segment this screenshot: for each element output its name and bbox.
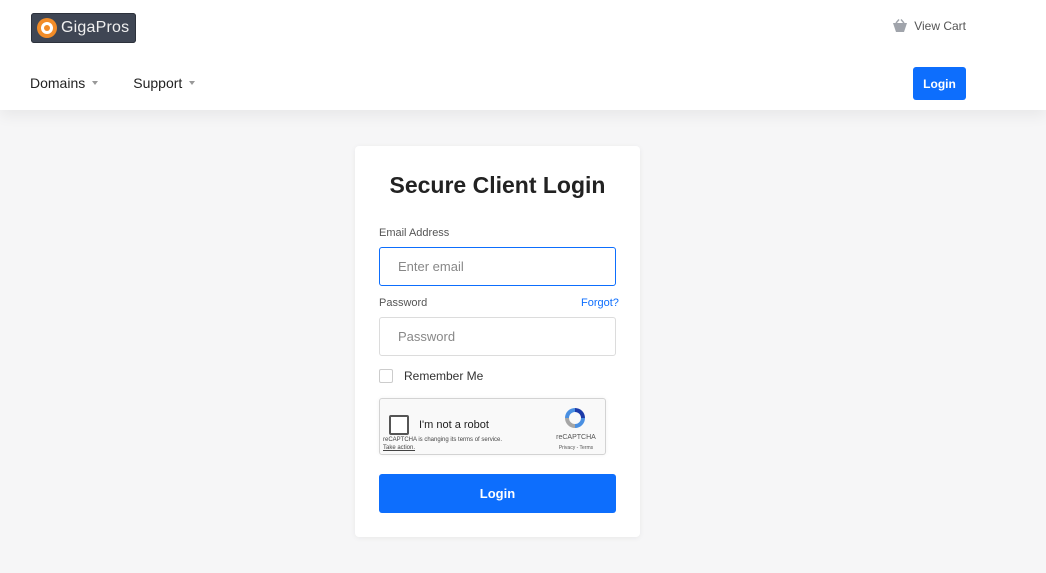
email-label: Email Address bbox=[379, 227, 450, 239]
basket-icon bbox=[893, 19, 908, 32]
password-label: Password bbox=[379, 297, 428, 309]
header-login-button[interactable]: Login bbox=[913, 67, 966, 100]
forgot-password-link[interactable]: Forgot? bbox=[581, 297, 619, 309]
view-cart-link[interactable]: View Cart bbox=[892, 19, 966, 33]
email-input[interactable] bbox=[379, 247, 616, 286]
site-header: GigaPros View Cart Domains Support Login bbox=[0, 0, 1046, 110]
caret-down-icon bbox=[189, 81, 196, 85]
login-title: Secure Client Login bbox=[389, 172, 606, 198]
recaptcha-brand: reCAPTCHA bbox=[556, 434, 596, 441]
nav-item-domains-label: Domains bbox=[30, 75, 86, 91]
logo-text: GigaPros bbox=[61, 19, 130, 36]
recaptcha-checkbox[interactable] bbox=[389, 415, 409, 435]
remember-me-checkbox[interactable] bbox=[379, 369, 393, 383]
nav-item-support-label: Support bbox=[133, 75, 183, 91]
recaptcha-notice-text: reCAPTCHA is changing its terms of servi… bbox=[383, 437, 503, 443]
login-submit-button[interactable]: Login bbox=[379, 474, 616, 513]
password-input[interactable] bbox=[379, 317, 616, 356]
login-card: Secure Client Login Email Address Passwo… bbox=[355, 146, 640, 537]
recaptcha-notice: reCAPTCHA is changing its terms of servi… bbox=[383, 436, 502, 452]
recaptcha-take-action-link[interactable]: Take action. bbox=[383, 444, 502, 452]
remember-me-label: Remember Me bbox=[404, 369, 484, 383]
recaptcha-icon bbox=[565, 408, 585, 428]
recaptcha-label: I'm not a robot bbox=[419, 419, 489, 431]
nav-item-support[interactable]: Support bbox=[133, 75, 196, 91]
logo-mark-icon bbox=[37, 18, 57, 38]
caret-down-icon bbox=[92, 81, 99, 85]
main-nav: Domains Support bbox=[30, 75, 230, 91]
site-logo[interactable]: GigaPros bbox=[31, 13, 136, 43]
nav-item-domains[interactable]: Domains bbox=[30, 75, 99, 91]
view-cart-label: View Cart bbox=[914, 19, 966, 33]
recaptcha-widget: I'm not a robot reCAPTCHA is changing it… bbox=[379, 398, 606, 455]
recaptcha-privacy-terms[interactable]: Privacy - Terms bbox=[548, 445, 604, 451]
